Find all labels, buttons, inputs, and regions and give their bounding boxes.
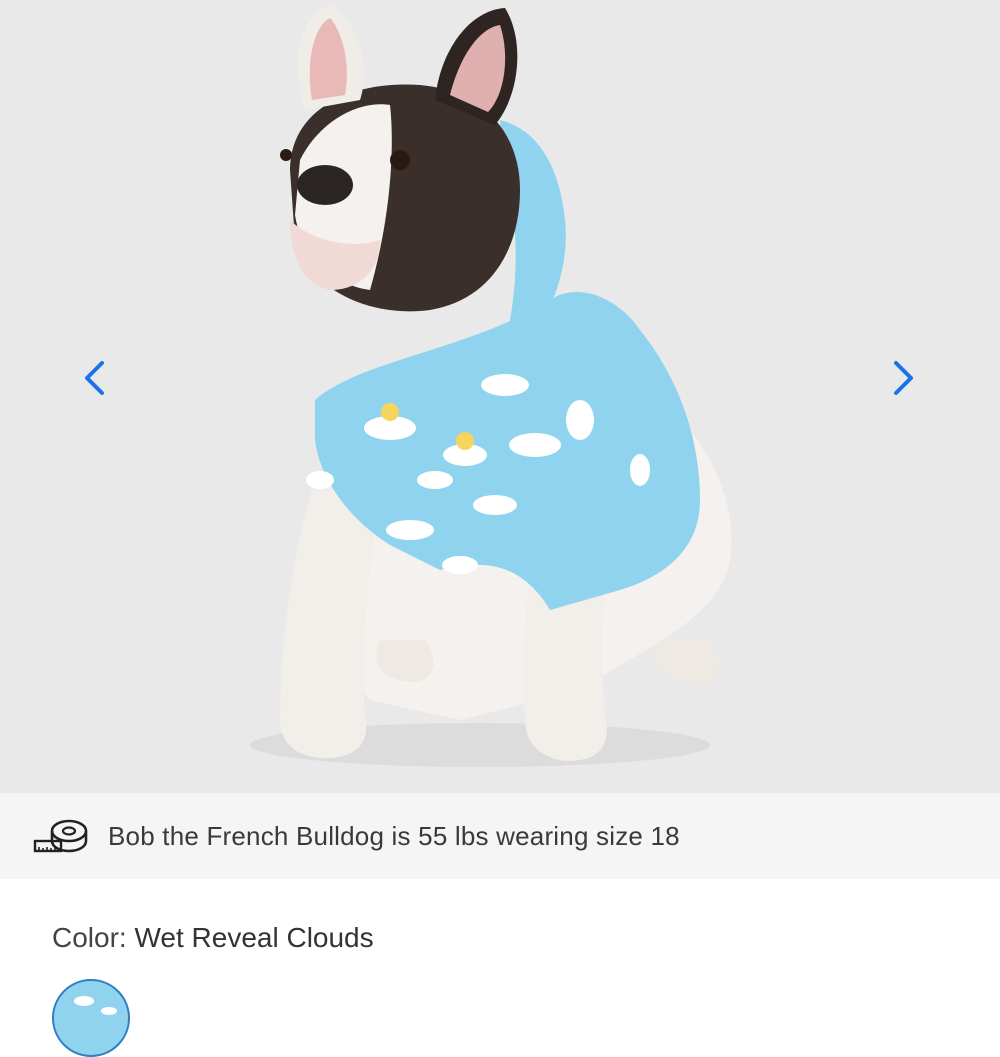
gallery-next-button[interactable] — [884, 356, 924, 400]
product-image-gallery — [0, 0, 1000, 793]
color-value: Wet Reveal Clouds — [134, 922, 374, 953]
swatch-pattern — [74, 996, 117, 1015]
measuring-tape-icon — [33, 816, 89, 856]
color-swatch-wet-reveal-clouds[interactable] — [52, 979, 130, 1057]
chevron-right-icon — [894, 361, 913, 395]
size-info-text: Bob the French Bulldog is 55 lbs wearing… — [108, 820, 680, 851]
color-selection-label: Color: Wet Reveal Clouds — [52, 922, 374, 954]
color-label: Color: — [52, 922, 127, 953]
chevron-left-icon — [85, 361, 104, 395]
gallery-prev-button[interactable] — [74, 356, 114, 400]
product-photo — [250, 5, 732, 767]
size-info-bar: Bob the French Bulldog is 55 lbs wearing… — [0, 793, 1000, 879]
